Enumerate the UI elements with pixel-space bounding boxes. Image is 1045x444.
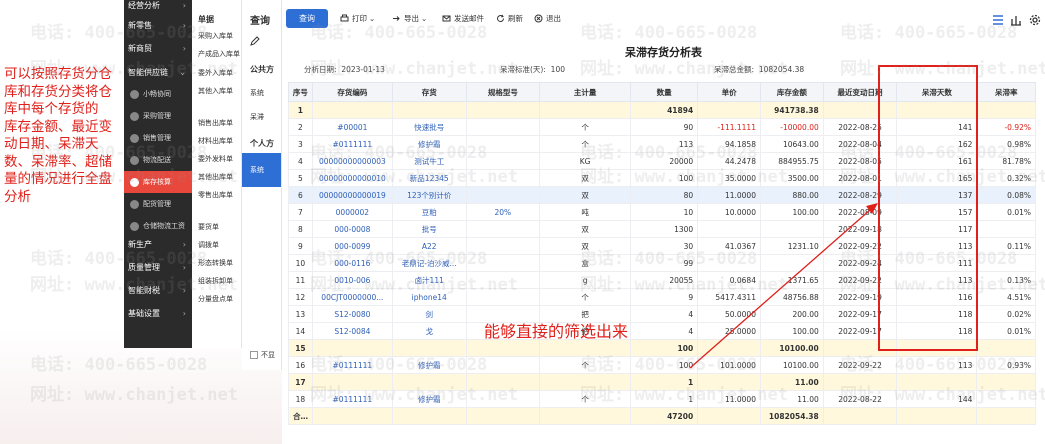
callout-text: 能够直接的筛选出来: [484, 322, 629, 341]
pointer-arrow-icon: [689, 203, 878, 369]
screenshot-stage: 可以按照存货分仓库和存货分类将仓库中每个存货的 库存金额、最近变动日期、呆滞天数…: [0, 0, 1045, 444]
